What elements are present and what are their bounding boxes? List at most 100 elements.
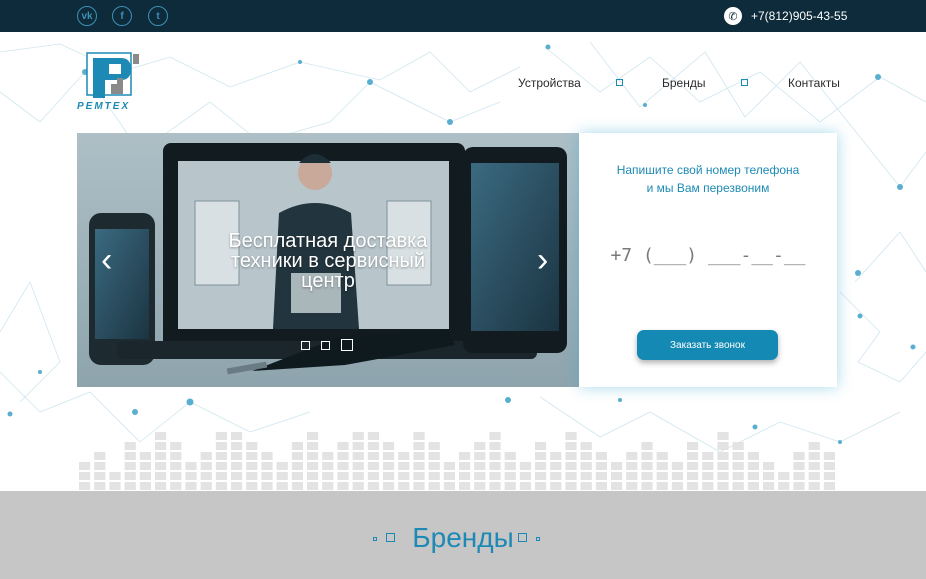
- equalizer-cell: [580, 482, 592, 490]
- equalizer-cell: [109, 472, 121, 480]
- twitter-icon[interactable]: t: [148, 6, 168, 26]
- equalizer-cell: [94, 482, 106, 490]
- slider-dot-active[interactable]: [341, 339, 353, 351]
- equalizer-cell: [671, 462, 683, 470]
- equalizer-cell: [124, 482, 136, 490]
- equalizer-cell: [398, 482, 410, 490]
- nav-item-contacts[interactable]: Контакты: [788, 76, 840, 90]
- equalizer-cell: [246, 462, 258, 470]
- brands-title: Бренды: [412, 522, 514, 553]
- equalizer-cell: [641, 442, 653, 450]
- equalizer-cell: [808, 452, 820, 460]
- equalizer-cell: [352, 472, 364, 480]
- equalizer-cell: [565, 442, 577, 450]
- facebook-icon[interactable]: f: [112, 6, 132, 26]
- equalizer-cell: [778, 472, 790, 480]
- equalizer-cell: [793, 482, 805, 490]
- equalizer-cell: [732, 472, 744, 480]
- equalizer-cell: [246, 452, 258, 460]
- equalizer-cell: [413, 442, 425, 450]
- equalizer-cell: [535, 442, 547, 450]
- equalizer-cell: [489, 472, 501, 480]
- equalizer-cell: [550, 462, 562, 470]
- equalizer-cell: [276, 482, 288, 490]
- equalizer-cell: [656, 452, 668, 460]
- equalizer-cell: [717, 482, 729, 490]
- equalizer-cell: [641, 452, 653, 460]
- decor-square: [536, 537, 540, 541]
- equalizer-cell: [489, 432, 501, 440]
- equalizer-cell: [337, 462, 349, 470]
- order-call-button[interactable]: Заказать звонок: [637, 330, 778, 360]
- equalizer-cell: [322, 462, 334, 470]
- equalizer-cell: [322, 452, 334, 460]
- equalizer-cell: [687, 452, 699, 460]
- callback-title-line: Напишите свой номер телефона: [616, 163, 800, 177]
- equalizer-cell: [763, 482, 775, 490]
- equalizer-cell: [383, 462, 395, 470]
- equalizer-cell: [626, 472, 638, 480]
- vk-icon[interactable]: vk: [77, 6, 97, 26]
- equalizer-cell: [79, 482, 91, 490]
- equalizer-cell: [322, 482, 334, 490]
- equalizer-cell: [808, 482, 820, 490]
- equalizer-cell: [215, 452, 227, 460]
- equalizer-cell: [367, 482, 379, 490]
- equalizer-cell: [443, 462, 455, 470]
- equalizer-cell: [717, 472, 729, 480]
- equalizer-cell: [352, 442, 364, 450]
- equalizer-cell: [124, 472, 136, 480]
- equalizer-cell: [823, 472, 835, 480]
- equalizer-cell: [200, 482, 212, 490]
- hero-slider[interactable]: Бесплатная доставка техники в сервисный …: [77, 133, 579, 387]
- equalizer-cell: [747, 472, 759, 480]
- equalizer-cell: [656, 472, 668, 480]
- nav-item-brands[interactable]: Бренды: [662, 76, 705, 90]
- equalizer-cell: [474, 482, 486, 490]
- equalizer-cell: [322, 472, 334, 480]
- equalizer-cell: [702, 452, 714, 460]
- equalizer-cell: [307, 442, 319, 450]
- equalizer-cell: [535, 452, 547, 460]
- equalizer-cell: [398, 452, 410, 460]
- equalizer-cell: [139, 472, 151, 480]
- equalizer-cell: [823, 452, 835, 460]
- equalizer-cell: [504, 462, 516, 470]
- equalizer-cell: [504, 482, 516, 490]
- equalizer-cell: [413, 452, 425, 460]
- equalizer-cell: [367, 442, 379, 450]
- equalizer-cell: [671, 482, 683, 490]
- equalizer-cell: [808, 472, 820, 480]
- decor-square: [518, 533, 527, 542]
- equalizer-cell: [231, 472, 243, 480]
- equalizer-cell: [185, 482, 197, 490]
- equalizer-cell: [459, 452, 471, 460]
- equalizer-cell: [443, 472, 455, 480]
- equalizer-cell: [261, 482, 273, 490]
- equalizer-cell: [687, 462, 699, 470]
- equalizer-cell: [109, 482, 121, 490]
- equalizer-cell: [565, 472, 577, 480]
- equalizer-cell: [246, 482, 258, 490]
- slider-dot[interactable]: [301, 341, 310, 350]
- slider-next-arrow-icon[interactable]: ›: [537, 243, 548, 277]
- equalizer-cell: [535, 462, 547, 470]
- equalizer-cell: [139, 482, 151, 490]
- equalizer-cell: [611, 462, 623, 470]
- equalizer-cell: [124, 462, 136, 470]
- equalizer-cell: [124, 442, 136, 450]
- vk-glyph: vk: [81, 10, 93, 22]
- slider-prev-arrow-icon[interactable]: ‹: [101, 243, 112, 277]
- equalizer-cell: [626, 482, 638, 490]
- nav-item-devices[interactable]: Устройства: [518, 76, 581, 90]
- phone-number-link[interactable]: +7(812)905-43-55: [751, 9, 847, 23]
- equalizer-cell: [489, 482, 501, 490]
- phone-input[interactable]: +7 (___) ___-__-__: [599, 245, 817, 266]
- equalizer-cell: [291, 462, 303, 470]
- equalizer-cell: [291, 482, 303, 490]
- equalizer-cell: [383, 442, 395, 450]
- equalizer-cell: [580, 452, 592, 460]
- equalizer-cell: [231, 462, 243, 470]
- equalizer-cell: [337, 472, 349, 480]
- slider-dot[interactable]: [321, 341, 330, 350]
